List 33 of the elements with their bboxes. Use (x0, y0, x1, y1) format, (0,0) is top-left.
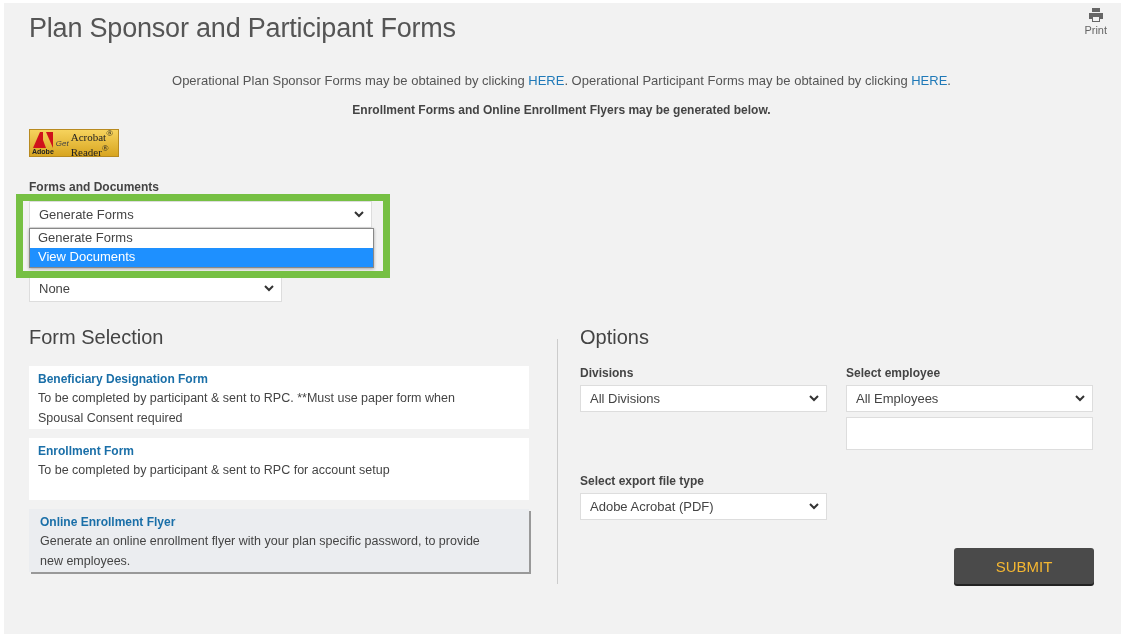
form-title: Enrollment Form (38, 443, 135, 460)
section-heading: Options (580, 326, 650, 349)
chevron-down-icon (1075, 395, 1085, 402)
printer-icon (1087, 7, 1104, 23)
page-title: Plan Sponsor and Participant Forms (29, 13, 456, 44)
form-description: Generate an online enrollment flyer with your plan specific password, to provide new employees. (40, 533, 481, 570)
form-option-card[interactable]: Enrollment Form To be completed by participant & sent to RPC for account setup (29, 438, 529, 500)
export-type-select[interactable]: Adobe Acrobat (PDF) (580, 493, 827, 520)
field-label: Divisions (580, 366, 635, 380)
field-label: Select employee (846, 366, 942, 380)
submit-button[interactable]: SUBMIT (954, 548, 1094, 584)
form-option-card[interactable]: Beneficiary Designation Form To be completed by participant & sent to RPC. **Must use paper form when Spousal Consent required (29, 366, 529, 429)
field-label: Forms and Documents (29, 180, 161, 194)
employee-select[interactable]: All Employees (846, 385, 1093, 412)
forms-documents-select[interactable]: Generate Forms (29, 201, 372, 228)
chevron-down-icon (354, 211, 364, 218)
print-button[interactable]: Print (1084, 7, 1107, 36)
note-text: Enrollment Forms and Online Enrollment Flyers may be generated below. (351, 103, 772, 117)
employee-search-field[interactable] (846, 417, 1093, 450)
form-description: To be completed by participant & sent to RPC for account setup (38, 462, 391, 479)
form-title: Online Enrollment Flyer (40, 514, 177, 531)
adobe-logo-icon (32, 131, 53, 148)
field-label: Select export file type (580, 474, 706, 488)
dropdown-option[interactable]: Generate Forms (30, 229, 373, 248)
divisions-select[interactable]: All Divisions (580, 385, 827, 412)
form-description: To be completed by participant & sent to RPC. **Must use paper form when Spousal Consent required (38, 390, 456, 427)
form-title: Beneficiary Designation Form (38, 371, 210, 388)
chevron-down-icon (264, 285, 274, 292)
section-heading: Form Selection (29, 326, 165, 349)
info-text: Operational Plan Sponsor Forms may be obtained by clicking HERE. Operational Participant Forms may be obtained by clicking HERE. (171, 73, 952, 88)
chevron-down-icon (809, 503, 819, 510)
chevron-down-icon (809, 395, 819, 402)
form-option-card[interactable]: Online Enrollment Flyer Generate an online enrollment flyer with your plan specific password, to provide new employees. (29, 509, 529, 572)
